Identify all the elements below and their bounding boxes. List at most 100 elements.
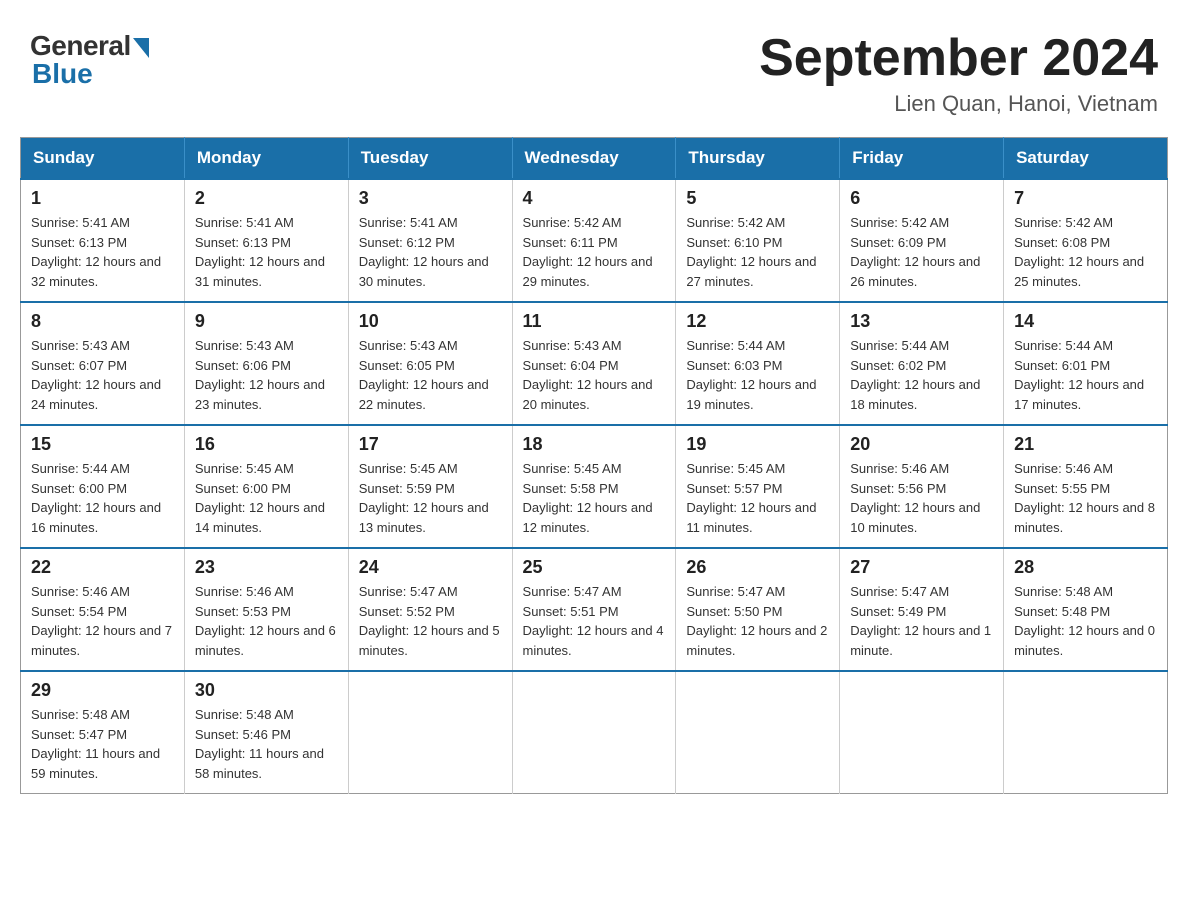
calendar-day-cell: 25 Sunrise: 5:47 AM Sunset: 5:51 PM Dayl… (512, 548, 676, 671)
daylight-text: Daylight: 12 hours and 11 minutes. (686, 500, 816, 535)
day-info: Sunrise: 5:42 AM Sunset: 6:09 PM Dayligh… (850, 213, 993, 291)
daylight-text: Daylight: 12 hours and 31 minutes. (195, 254, 325, 289)
calendar-day-cell: 23 Sunrise: 5:46 AM Sunset: 5:53 PM Dayl… (184, 548, 348, 671)
day-number: 8 (31, 311, 174, 332)
sunset-text: Sunset: 5:59 PM (359, 481, 455, 496)
calendar-day-cell (1004, 671, 1168, 794)
day-info: Sunrise: 5:45 AM Sunset: 5:58 PM Dayligh… (523, 459, 666, 537)
sunrise-text: Sunrise: 5:42 AM (523, 215, 622, 230)
day-number: 16 (195, 434, 338, 455)
sunrise-text: Sunrise: 5:45 AM (195, 461, 294, 476)
sunrise-text: Sunrise: 5:44 AM (850, 338, 949, 353)
sunset-text: Sunset: 5:48 PM (1014, 604, 1110, 619)
sunrise-text: Sunrise: 5:43 AM (195, 338, 294, 353)
calendar-day-cell (512, 671, 676, 794)
sunrise-text: Sunrise: 5:44 AM (686, 338, 785, 353)
daylight-text: Daylight: 12 hours and 14 minutes. (195, 500, 325, 535)
calendar-day-cell: 26 Sunrise: 5:47 AM Sunset: 5:50 PM Dayl… (676, 548, 840, 671)
calendar-day-cell: 19 Sunrise: 5:45 AM Sunset: 5:57 PM Dayl… (676, 425, 840, 548)
sunset-text: Sunset: 5:54 PM (31, 604, 127, 619)
calendar-day-cell: 10 Sunrise: 5:43 AM Sunset: 6:05 PM Dayl… (348, 302, 512, 425)
calendar-day-cell: 24 Sunrise: 5:47 AM Sunset: 5:52 PM Dayl… (348, 548, 512, 671)
day-info: Sunrise: 5:44 AM Sunset: 6:00 PM Dayligh… (31, 459, 174, 537)
calendar-day-cell: 1 Sunrise: 5:41 AM Sunset: 6:13 PM Dayli… (21, 179, 185, 302)
sunset-text: Sunset: 6:09 PM (850, 235, 946, 250)
sunrise-text: Sunrise: 5:48 AM (31, 707, 130, 722)
day-info: Sunrise: 5:42 AM Sunset: 6:08 PM Dayligh… (1014, 213, 1157, 291)
daylight-text: Daylight: 12 hours and 24 minutes. (31, 377, 161, 412)
sunrise-text: Sunrise: 5:48 AM (1014, 584, 1113, 599)
day-number: 23 (195, 557, 338, 578)
sunrise-text: Sunrise: 5:43 AM (523, 338, 622, 353)
day-info: Sunrise: 5:41 AM Sunset: 6:12 PM Dayligh… (359, 213, 502, 291)
day-info: Sunrise: 5:46 AM Sunset: 5:56 PM Dayligh… (850, 459, 993, 537)
sunset-text: Sunset: 5:52 PM (359, 604, 455, 619)
daylight-text: Daylight: 12 hours and 7 minutes. (31, 623, 172, 658)
calendar-week-row: 8 Sunrise: 5:43 AM Sunset: 6:07 PM Dayli… (21, 302, 1168, 425)
calendar-day-cell: 11 Sunrise: 5:43 AM Sunset: 6:04 PM Dayl… (512, 302, 676, 425)
calendar-day-cell: 16 Sunrise: 5:45 AM Sunset: 6:00 PM Dayl… (184, 425, 348, 548)
sunset-text: Sunset: 5:53 PM (195, 604, 291, 619)
sunset-text: Sunset: 5:46 PM (195, 727, 291, 742)
sunset-text: Sunset: 5:57 PM (686, 481, 782, 496)
day-info: Sunrise: 5:47 AM Sunset: 5:52 PM Dayligh… (359, 582, 502, 660)
day-number: 9 (195, 311, 338, 332)
calendar-day-cell (676, 671, 840, 794)
sunset-text: Sunset: 6:02 PM (850, 358, 946, 373)
day-number: 25 (523, 557, 666, 578)
day-info: Sunrise: 5:43 AM Sunset: 6:06 PM Dayligh… (195, 336, 338, 414)
sunset-text: Sunset: 5:51 PM (523, 604, 619, 619)
day-info: Sunrise: 5:42 AM Sunset: 6:10 PM Dayligh… (686, 213, 829, 291)
day-number: 3 (359, 188, 502, 209)
sunset-text: Sunset: 6:08 PM (1014, 235, 1110, 250)
day-number: 22 (31, 557, 174, 578)
sunset-text: Sunset: 6:01 PM (1014, 358, 1110, 373)
calendar-day-cell: 13 Sunrise: 5:44 AM Sunset: 6:02 PM Dayl… (840, 302, 1004, 425)
daylight-text: Daylight: 12 hours and 13 minutes. (359, 500, 489, 535)
calendar-day-cell: 14 Sunrise: 5:44 AM Sunset: 6:01 PM Dayl… (1004, 302, 1168, 425)
daylight-text: Daylight: 11 hours and 58 minutes. (195, 746, 324, 781)
sunrise-text: Sunrise: 5:45 AM (523, 461, 622, 476)
sunset-text: Sunset: 5:56 PM (850, 481, 946, 496)
sunset-text: Sunset: 6:00 PM (195, 481, 291, 496)
calendar-day-cell: 17 Sunrise: 5:45 AM Sunset: 5:59 PM Dayl… (348, 425, 512, 548)
sunrise-text: Sunrise: 5:42 AM (850, 215, 949, 230)
page-header: General Blue September 2024 Lien Quan, H… (20, 20, 1168, 117)
day-number: 4 (523, 188, 666, 209)
day-number: 14 (1014, 311, 1157, 332)
daylight-text: Daylight: 12 hours and 6 minutes. (195, 623, 336, 658)
calendar-day-cell: 3 Sunrise: 5:41 AM Sunset: 6:12 PM Dayli… (348, 179, 512, 302)
day-info: Sunrise: 5:43 AM Sunset: 6:07 PM Dayligh… (31, 336, 174, 414)
calendar-day-cell: 2 Sunrise: 5:41 AM Sunset: 6:13 PM Dayli… (184, 179, 348, 302)
day-info: Sunrise: 5:43 AM Sunset: 6:04 PM Dayligh… (523, 336, 666, 414)
day-number: 27 (850, 557, 993, 578)
daylight-text: Daylight: 12 hours and 25 minutes. (1014, 254, 1144, 289)
daylight-text: Daylight: 12 hours and 4 minutes. (523, 623, 664, 658)
day-number: 10 (359, 311, 502, 332)
calendar-week-row: 29 Sunrise: 5:48 AM Sunset: 5:47 PM Dayl… (21, 671, 1168, 794)
daylight-text: Daylight: 12 hours and 1 minute. (850, 623, 991, 658)
sunset-text: Sunset: 5:47 PM (31, 727, 127, 742)
calendar-day-cell: 28 Sunrise: 5:48 AM Sunset: 5:48 PM Dayl… (1004, 548, 1168, 671)
day-number: 18 (523, 434, 666, 455)
calendar-table: SundayMondayTuesdayWednesdayThursdayFrid… (20, 137, 1168, 794)
day-info: Sunrise: 5:46 AM Sunset: 5:54 PM Dayligh… (31, 582, 174, 660)
day-info: Sunrise: 5:45 AM Sunset: 6:00 PM Dayligh… (195, 459, 338, 537)
day-number: 15 (31, 434, 174, 455)
day-of-week-header: Monday (184, 138, 348, 180)
calendar-day-cell: 27 Sunrise: 5:47 AM Sunset: 5:49 PM Dayl… (840, 548, 1004, 671)
day-info: Sunrise: 5:44 AM Sunset: 6:01 PM Dayligh… (1014, 336, 1157, 414)
calendar-day-cell: 7 Sunrise: 5:42 AM Sunset: 6:08 PM Dayli… (1004, 179, 1168, 302)
calendar-day-cell (840, 671, 1004, 794)
sunrise-text: Sunrise: 5:47 AM (686, 584, 785, 599)
sunset-text: Sunset: 6:04 PM (523, 358, 619, 373)
title-block: September 2024 Lien Quan, Hanoi, Vietnam (759, 30, 1158, 117)
logo-arrow-icon (133, 38, 149, 58)
day-of-week-header: Sunday (21, 138, 185, 180)
day-number: 11 (523, 311, 666, 332)
calendar-day-cell: 22 Sunrise: 5:46 AM Sunset: 5:54 PM Dayl… (21, 548, 185, 671)
daylight-text: Daylight: 12 hours and 29 minutes. (523, 254, 653, 289)
daylight-text: Daylight: 12 hours and 17 minutes. (1014, 377, 1144, 412)
daylight-text: Daylight: 12 hours and 2 minutes. (686, 623, 827, 658)
day-number: 21 (1014, 434, 1157, 455)
